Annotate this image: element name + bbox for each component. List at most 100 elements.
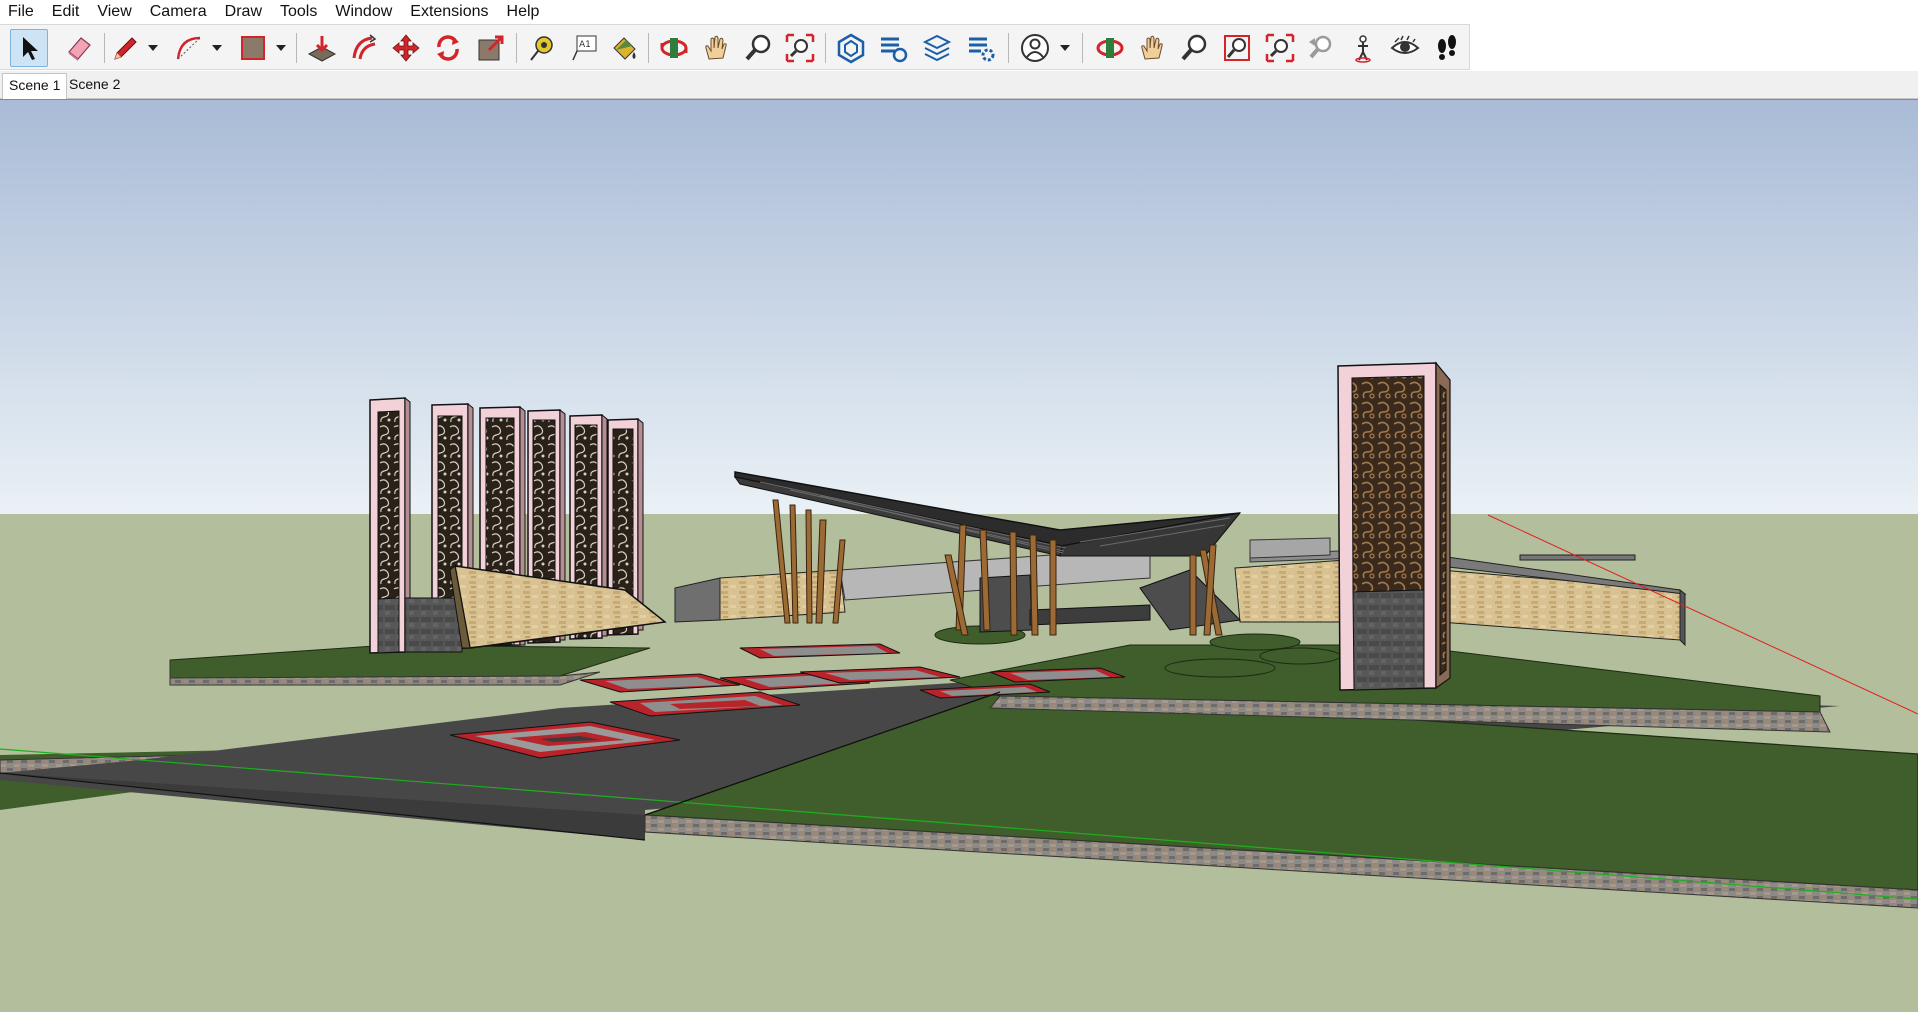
menu-tools[interactable]: Tools <box>272 0 327 24</box>
menu-view[interactable]: View <box>89 0 141 24</box>
paint-bucket-button[interactable] <box>605 29 643 67</box>
account-dropdown[interactable] <box>1058 29 1072 67</box>
move-tool-button[interactable] <box>387 29 425 67</box>
toolbar-separator <box>104 33 105 63</box>
extension-manager-button[interactable] <box>962 29 1000 67</box>
sky <box>0 100 1918 514</box>
rectangle-tool-button[interactable] <box>234 29 272 67</box>
grass-circle <box>1259 647 1341 665</box>
chevron-down-icon <box>276 45 286 51</box>
menu-camera[interactable]: Camera <box>142 0 217 24</box>
look-around-button[interactable] <box>1386 29 1424 67</box>
arc-tool-button[interactable] <box>170 29 208 67</box>
scene-tab-1[interactable]: Scene 1 <box>2 73 68 99</box>
pan-icon <box>1141 35 1163 60</box>
paint-bucket-icon <box>613 37 636 60</box>
push-pull-tool-icon <box>307 36 337 62</box>
zoom-window-button[interactable] <box>1218 29 1256 67</box>
move-tool-icon <box>392 34 420 62</box>
text-tool-button[interactable]: A1 <box>565 29 603 67</box>
line-tool-dropdown[interactable] <box>146 29 160 67</box>
zoom-icon <box>745 34 771 61</box>
chevron-down-icon <box>212 45 222 51</box>
model-scene <box>0 100 1918 1012</box>
zoom-extents-icon <box>785 33 815 63</box>
menu-draw[interactable]: Draw <box>217 0 272 24</box>
toolbar-separator <box>1082 33 1083 63</box>
line-tool-button[interactable] <box>106 29 144 67</box>
arc-tool-icon <box>176 36 201 60</box>
zoom-icon <box>1181 34 1207 61</box>
text-tool-icon: A1 <box>572 35 597 61</box>
menu-extensions[interactable]: Extensions <box>402 0 498 24</box>
zoom-button[interactable] <box>739 29 777 67</box>
orbit-icon <box>660 38 688 58</box>
main-toolbar: A1 <box>0 24 1470 70</box>
eraser-tool-button[interactable] <box>60 29 98 67</box>
previous-view-button[interactable] <box>1302 29 1340 67</box>
pan-button-2[interactable] <box>1133 29 1171 67</box>
menu-edit[interactable]: Edit <box>44 0 90 24</box>
svg-text:A1: A1 <box>579 40 591 50</box>
chevron-down-icon <box>1060 45 1070 51</box>
rectangle-tool-dropdown[interactable] <box>274 29 288 67</box>
push-pull-tool-button[interactable] <box>303 29 341 67</box>
orbit-icon <box>1096 38 1124 58</box>
right-screen-tower <box>1337 361 1451 691</box>
walk-button[interactable] <box>1428 29 1466 67</box>
scene-tabs: Scene 1 Scene 2 <box>0 71 1918 99</box>
zoom-extents-icon <box>1265 33 1295 63</box>
layout-send-icon <box>922 34 952 62</box>
position-camera-button[interactable] <box>1344 29 1382 67</box>
account-button[interactable] <box>1016 29 1054 67</box>
offset-tool-icon <box>352 34 377 60</box>
zoom-window-icon <box>1224 35 1250 61</box>
tape-measure-icon <box>530 36 553 61</box>
pan-icon <box>705 35 727 60</box>
select-tool-icon <box>23 37 38 60</box>
walk-icon <box>1438 35 1456 60</box>
tape-measure-button[interactable] <box>523 29 561 67</box>
position-camera-icon <box>1355 35 1371 63</box>
extension-warehouse-button[interactable] <box>874 29 912 67</box>
rectangle-tool-icon <box>241 36 265 60</box>
rotate-tool-icon <box>437 35 459 61</box>
scale-tool-button[interactable] <box>472 29 510 67</box>
orbit-button-2[interactable] <box>1091 29 1129 67</box>
toolbar-separator <box>648 33 649 63</box>
account-icon <box>1021 34 1049 62</box>
look-around-icon <box>1390 35 1420 54</box>
menu-file[interactable]: File <box>0 0 44 24</box>
grass-circle <box>1209 633 1301 651</box>
extension-warehouse-icon <box>881 37 908 63</box>
offset-tool-button[interactable] <box>345 29 383 67</box>
menu-bar: File Edit View Camera Draw Tools Window … <box>0 0 1918 24</box>
model-viewport[interactable] <box>0 99 1918 1012</box>
pan-button[interactable] <box>697 29 735 67</box>
layout-send-button[interactable] <box>918 29 956 67</box>
zoom-extents-button[interactable] <box>781 29 819 67</box>
warehouse-button[interactable] <box>832 29 870 67</box>
previous-view-icon <box>1309 35 1332 59</box>
extension-manager-icon <box>969 37 995 62</box>
distant-rail <box>1519 554 1636 561</box>
scene-tab-2[interactable]: Scene 2 <box>63 73 126 96</box>
eraser-tool-icon <box>68 37 91 61</box>
scale-tool-icon <box>478 35 504 61</box>
grass-circle <box>1164 658 1276 678</box>
stone-wall-side <box>1679 588 1686 647</box>
zoom-extents-button-2[interactable] <box>1261 29 1299 67</box>
menu-help[interactable]: Help <box>499 0 550 24</box>
toolbar-separator <box>296 33 297 63</box>
stone-wall-right-a <box>1234 559 1346 623</box>
zoom-button-2[interactable] <box>1175 29 1213 67</box>
menu-window[interactable]: Window <box>327 0 402 24</box>
arc-tool-dropdown[interactable] <box>210 29 224 67</box>
select-tool-button[interactable] <box>10 29 48 67</box>
rotate-tool-button[interactable] <box>429 29 467 67</box>
orbit-button[interactable] <box>655 29 693 67</box>
distant-wall <box>1249 537 1331 559</box>
pencil-tool-icon <box>114 37 137 60</box>
toolbar-separator <box>1008 33 1009 63</box>
toolbar-separator <box>825 33 826 63</box>
